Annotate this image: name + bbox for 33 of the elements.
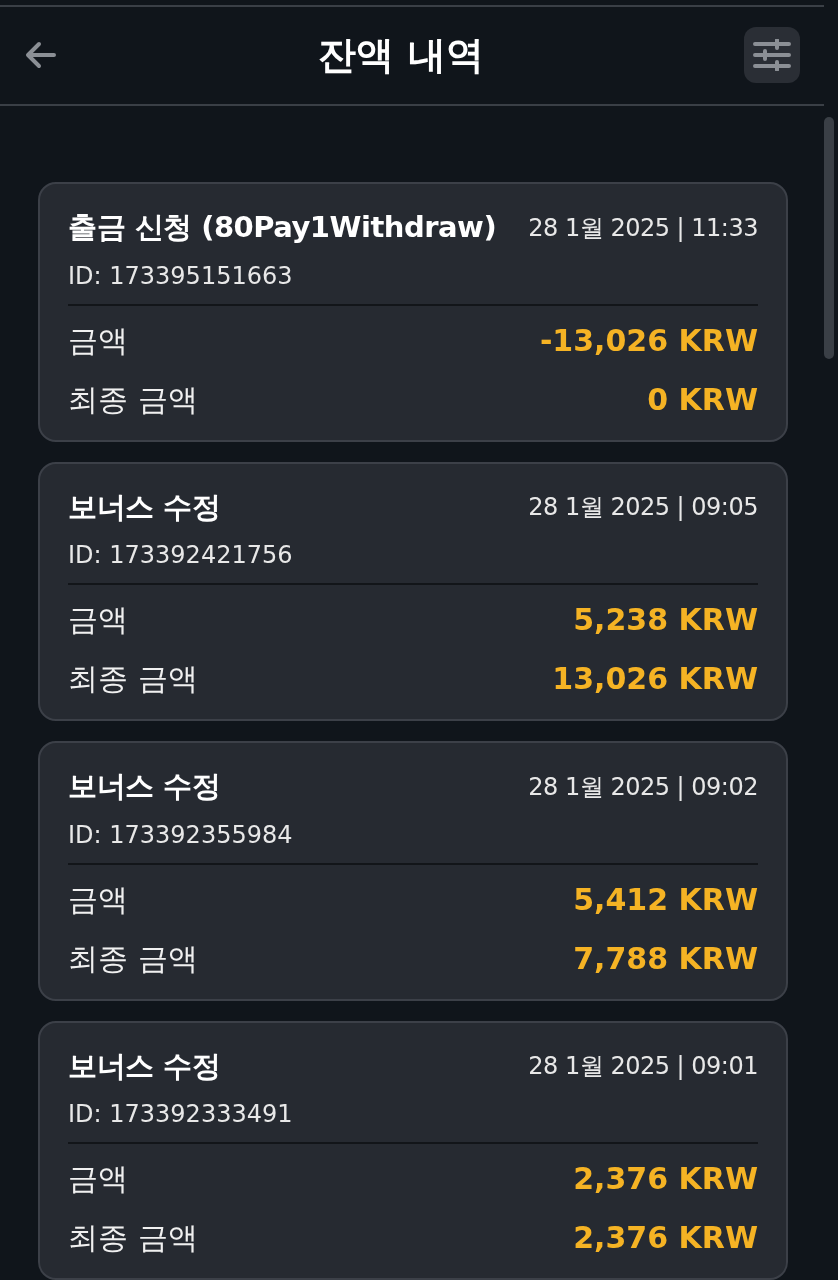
amount-label: 금액 (68, 880, 128, 919)
back-icon[interactable] (24, 40, 58, 71)
transaction-id: ID: 173392355984 (68, 820, 293, 849)
amount-label: 금액 (68, 601, 128, 639)
amount-label: 최종 금액 (68, 939, 198, 978)
transaction-date: 28 1월 2025 | 09:02 (528, 771, 758, 803)
transaction-id: ID: 173392421756 (68, 541, 293, 569)
transaction-type: 보너스 수정 (68, 488, 221, 526)
transaction-id: ID: 173395151663 (68, 261, 293, 290)
amount-label: 금액 (68, 1160, 128, 1198)
page-title: 잔액 내역 (318, 31, 484, 79)
transaction-type: 보너스 수정 (68, 1047, 221, 1085)
scrollbar-thumb[interactable] (824, 117, 834, 359)
amount-label: 최종 금액 (68, 660, 198, 698)
transaction-date: 28 1월 2025 | 11:33 (528, 212, 758, 244)
amount-label: 최종 금액 (68, 380, 198, 419)
amount-label: 최종 금액 (68, 1219, 198, 1257)
amount-value: -13,026 KRW (539, 321, 758, 360)
transaction-id: ID: 173392333491 (68, 1100, 293, 1128)
amount-value: 0 KRW (647, 380, 758, 419)
amount-value: 7,788 KRW (573, 939, 758, 978)
filter-button[interactable] (744, 27, 800, 84)
amount-value: 2,376 KRW (573, 1160, 758, 1198)
transaction-date: 28 1월 2025 | 09:01 (528, 1051, 758, 1083)
transaction-type: 출금 신청 (80Pay1Withdraw) (68, 209, 497, 246)
amount-value: 5,238 KRW (573, 601, 758, 639)
transaction-date: 28 1월 2025 | 09:05 (528, 492, 758, 524)
amount-value: 2,376 KRW (573, 1219, 758, 1257)
sliders-icon (753, 39, 791, 72)
transaction-type: 보너스 수정 (68, 768, 221, 805)
amount-value: 13,026 KRW (552, 660, 758, 698)
amount-label: 금액 (68, 321, 128, 360)
amount-value: 5,412 KRW (573, 880, 758, 919)
